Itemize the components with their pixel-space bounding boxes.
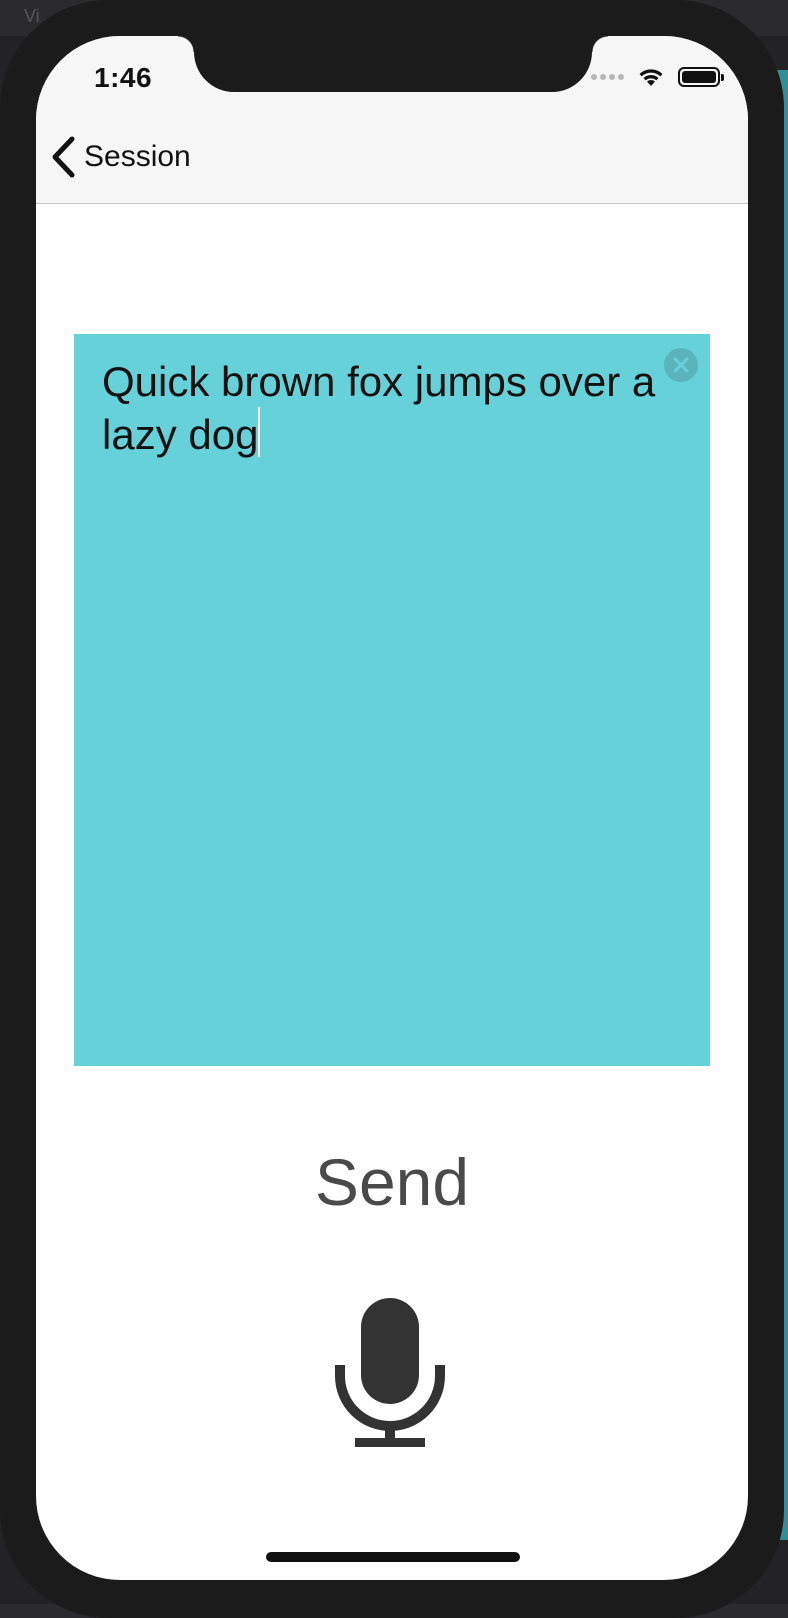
wifi-icon	[639, 69, 663, 86]
note-text-area[interactable]: Quick brown fox jumps over a lazy dog	[74, 334, 710, 1066]
phone-screen: 1:46 Session Quick brown fox jumps over …	[36, 36, 748, 1580]
back-button[interactable]: Session	[50, 136, 191, 178]
clear-circle-icon	[673, 357, 689, 373]
chevron-left-icon	[52, 136, 75, 178]
backdrop-label: Vi	[24, 6, 40, 26]
clear-text-button[interactable]	[664, 348, 698, 382]
microphone-icon	[335, 1298, 445, 1447]
text-caret	[258, 407, 261, 457]
note-text-content[interactable]: Quick brown fox jumps over a lazy dog	[102, 356, 662, 460]
device-notch	[178, 36, 608, 92]
phone-frame: 1:46 Session Quick brown fox jumps over …	[0, 0, 784, 1618]
send-button[interactable]: Send	[36, 1144, 748, 1220]
home-indicator[interactable]	[266, 1552, 520, 1562]
note-text-value: Quick brown fox jumps over a lazy dog	[102, 358, 656, 458]
cellular-signal-icon	[591, 74, 624, 80]
status-time: 1:46	[94, 62, 153, 93]
back-button-label: Session	[84, 140, 191, 173]
microphone-button[interactable]	[335, 1296, 445, 1448]
battery-icon	[678, 67, 724, 87]
status-icons	[591, 66, 724, 88]
